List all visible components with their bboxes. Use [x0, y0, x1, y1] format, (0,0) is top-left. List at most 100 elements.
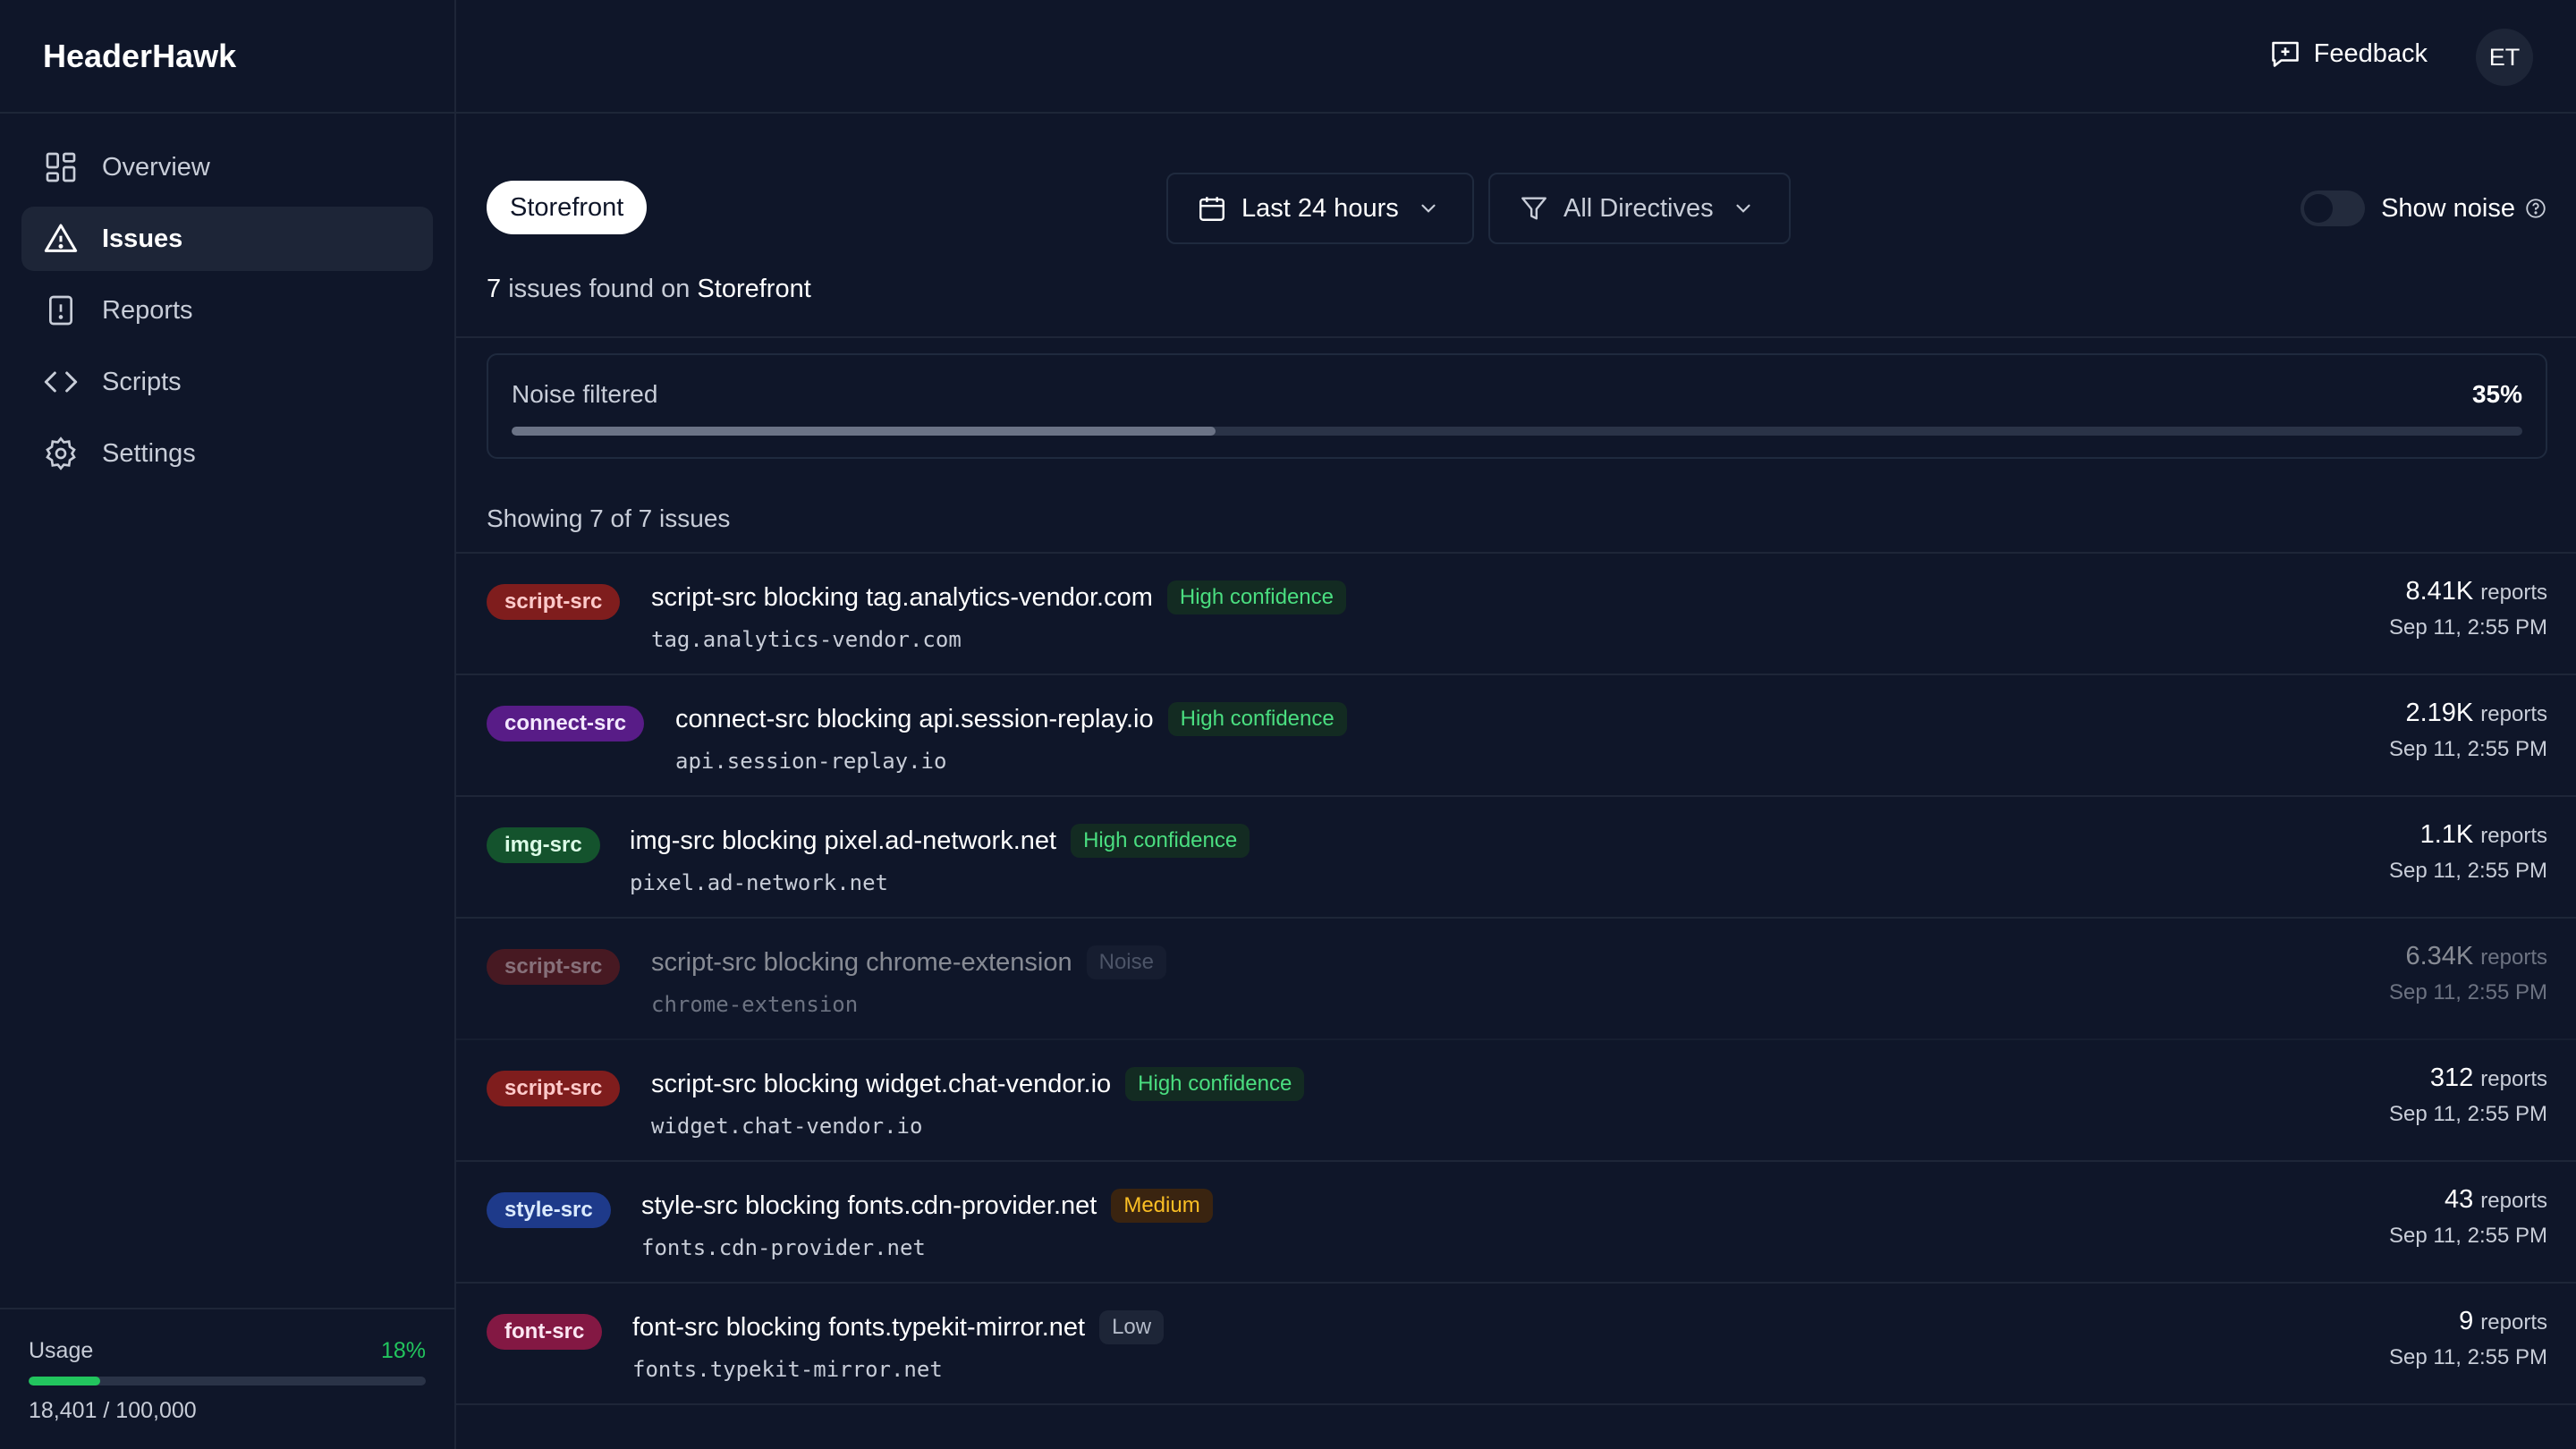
report-count: 312 — [2429, 1063, 2474, 1092]
issue-host: fonts.cdn-provider.net — [641, 1235, 926, 1260]
issues-site: Storefront — [697, 275, 811, 303]
warning-icon — [44, 224, 78, 252]
report-count: 6.34K — [2405, 942, 2474, 970]
noise-filtered-card: Noise filtered 35% — [487, 353, 2547, 459]
issue-title[interactable]: font-src blocking fonts.typekit-mirror.n… — [632, 1313, 1085, 1343]
confidence-badge: High confidence — [1166, 580, 1347, 614]
issue-title[interactable]: style-src blocking fonts.cdn-provider.ne… — [641, 1191, 1097, 1221]
directive-badge: connect-src — [487, 706, 645, 741]
issue-host: chrome-extension — [651, 992, 859, 1017]
sidebar-item-settings[interactable]: Settings — [21, 421, 433, 486]
issue-row[interactable]: script-src script-src blocking chrome-ex… — [456, 919, 2576, 1040]
confidence-badge: High confidence — [1167, 702, 1347, 736]
issue-title[interactable]: script-src blocking widget.chat-vendor.i… — [651, 1070, 1111, 1099]
chevron-down-icon — [1736, 204, 1750, 213]
site-selector-pill[interactable]: Storefront — [487, 181, 648, 234]
report-count: 43 — [2444, 1185, 2474, 1214]
issue-host: fonts.typekit-mirror.net — [632, 1357, 943, 1382]
usage-count: 18,401 / 100,000 — [29, 1398, 197, 1423]
issue-title[interactable]: img-src blocking pixel.ad-network.net — [630, 826, 1056, 856]
toggle-knob — [2304, 194, 2334, 223]
confidence-badge: Noise — [1086, 945, 1166, 979]
report-unit: reports — [2480, 1189, 2547, 1213]
filter-icon — [1521, 197, 1546, 220]
issue-meta: 8.41K reports Sep 11, 2:55 PM — [2389, 577, 2547, 640]
issue-date: Sep 11, 2:55 PM — [2389, 859, 2547, 883]
directive-badge: script-src — [487, 584, 621, 620]
issue-row[interactable]: script-src script-src blocking widget.ch… — [456, 1040, 2576, 1162]
directive-badge: font-src — [487, 1314, 603, 1350]
issue-host: pixel.ad-network.net — [630, 870, 888, 895]
sidebar-item-label: Scripts — [102, 367, 182, 396]
issue-title-line: img-src blocking pixel.ad-network.net Hi… — [630, 824, 1250, 858]
avatar[interactable]: ET — [2476, 29, 2533, 86]
gear-icon — [46, 436, 76, 470]
issue-title[interactable]: connect-src blocking api.session-replay.… — [675, 705, 1154, 734]
issue-row[interactable]: img-src img-src blocking pixel.ad-networ… — [456, 797, 2576, 919]
issues-count: 7 — [487, 275, 502, 303]
show-noise-control: Show noise — [2301, 191, 2547, 226]
issue-date: Sep 11, 2:55 PM — [2389, 1102, 2547, 1126]
show-noise-toggle[interactable] — [2301, 191, 2366, 226]
issue-title[interactable]: script-src blocking chrome-extension — [651, 948, 1072, 978]
calendar-icon — [1199, 197, 1224, 221]
sidebar-item-overview[interactable]: Overview — [21, 135, 433, 199]
report-unit: reports — [2480, 945, 2547, 970]
sidebar-item-issues[interactable]: Issues — [21, 207, 433, 271]
report-icon — [49, 295, 72, 326]
issue-title[interactable]: script-src blocking tag.analytics-vendor… — [651, 583, 1153, 613]
issue-title-line: connect-src blocking api.session-replay.… — [675, 702, 1347, 736]
issue-host: tag.analytics-vendor.com — [651, 627, 962, 652]
noise-filtered-value: 35% — [2471, 380, 2522, 408]
directives-label: All Directives — [1563, 193, 1714, 223]
issue-date: Sep 11, 2:55 PM — [2389, 980, 2547, 1004]
issue-date: Sep 11, 2:55 PM — [2389, 615, 2547, 640]
confidence-badge: Low — [1099, 1310, 1165, 1344]
issue-title-line: style-src blocking fonts.cdn-provider.ne… — [641, 1189, 1213, 1223]
time-range-dropdown[interactable]: Last 24 hours — [1166, 173, 1474, 244]
directive-badge: script-src — [487, 1071, 621, 1106]
issues-found-summary: 7 issues found on Storefront — [487, 275, 811, 304]
issue-host: api.session-replay.io — [675, 749, 947, 774]
report-unit: reports — [2480, 824, 2547, 848]
report-count: 1.1K — [2419, 820, 2474, 849]
issue-date: Sep 11, 2:55 PM — [2389, 1224, 2547, 1248]
issue-row[interactable]: font-src font-src blocking fonts.typekit… — [456, 1284, 2576, 1405]
feedback-button[interactable]: Feedback — [2269, 38, 2428, 70]
issue-meta: 6.34K reports Sep 11, 2:55 PM — [2389, 942, 2547, 1005]
issue-meta: 2.19K reports Sep 11, 2:55 PM — [2389, 699, 2547, 762]
divider — [456, 336, 2576, 338]
sidebar-nav: Overview Issues Reports Scripts Settings — [0, 114, 454, 486]
usage-progress-bar — [29, 1377, 426, 1385]
issue-host: widget.chat-vendor.io — [651, 1114, 923, 1139]
usage-percent: 18% — [380, 1338, 426, 1363]
code-icon — [44, 371, 78, 393]
issue-row[interactable]: connect-src connect-src blocking api.ses… — [456, 675, 2576, 797]
sidebar-item-reports[interactable]: Reports — [21, 278, 433, 343]
usage-progress-fill — [29, 1377, 100, 1385]
noise-progress-bar — [512, 427, 2522, 436]
sidebar-item-scripts[interactable]: Scripts — [21, 350, 433, 414]
issue-title-line: script-src blocking tag.analytics-vendor… — [651, 580, 1347, 614]
sidebar-item-label: Reports — [102, 295, 193, 325]
issue-date: Sep 11, 2:55 PM — [2389, 1345, 2547, 1369]
confidence-badge: High confidence — [1071, 824, 1250, 858]
sidebar: HeaderHawk Overview Issues Reports Scrip… — [0, 0, 456, 1449]
report-count: 9 — [2459, 1307, 2474, 1335]
directive-badge: script-src — [487, 949, 621, 985]
issue-row[interactable]: style-src style-src blocking fonts.cdn-p… — [456, 1162, 2576, 1284]
help-icon[interactable] — [2524, 197, 2547, 220]
usage-label: Usage — [29, 1338, 94, 1363]
report-unit: reports — [2480, 580, 2547, 605]
directive-badge: style-src — [487, 1192, 611, 1228]
sidebar-item-label: Settings — [102, 438, 196, 468]
feedback-icon — [2271, 41, 2299, 67]
issue-row[interactable]: script-src script-src blocking tag.analy… — [456, 554, 2576, 675]
issue-title-line: script-src blocking chrome-extension Noi… — [651, 945, 1166, 979]
directives-dropdown[interactable]: All Directives — [1488, 173, 1791, 244]
topbar: Feedback ET — [456, 0, 2576, 114]
issues-list: script-src script-src blocking tag.analy… — [456, 552, 2576, 1405]
brand-logo[interactable]: HeaderHawk — [0, 0, 454, 114]
confidence-badge: Medium — [1111, 1189, 1213, 1223]
feedback-label: Feedback — [2313, 38, 2428, 68]
